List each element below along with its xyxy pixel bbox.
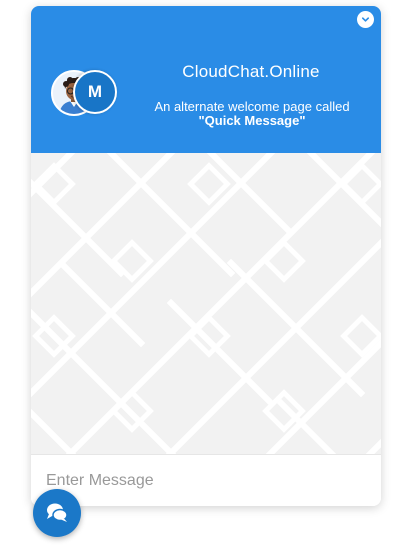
agent-avatar-initial: M [73,70,117,114]
minimize-button[interactable] [357,11,374,28]
subtitle-line-1: An alternate welcome page called [154,99,350,114]
subtitle-line-2: "Quick Message" [198,113,306,128]
chat-bubbles-icon [47,503,68,522]
widget-title: CloudChat.Online [182,62,320,81]
page: M CloudChat.Online An alternate welcome … [0,0,401,546]
chat-header: M CloudChat.Online An alternate welcome … [31,6,381,153]
widget-subtitle: An alternate welcome page called "Quick … [127,100,377,128]
message-area [31,153,381,454]
background-pattern [31,153,381,454]
chat-launcher-button[interactable] [33,489,81,537]
composer [31,454,381,506]
chevron-down-icon [361,17,370,22]
message-input[interactable] [46,465,366,497]
chat-widget: M CloudChat.Online An alternate welcome … [31,6,381,506]
